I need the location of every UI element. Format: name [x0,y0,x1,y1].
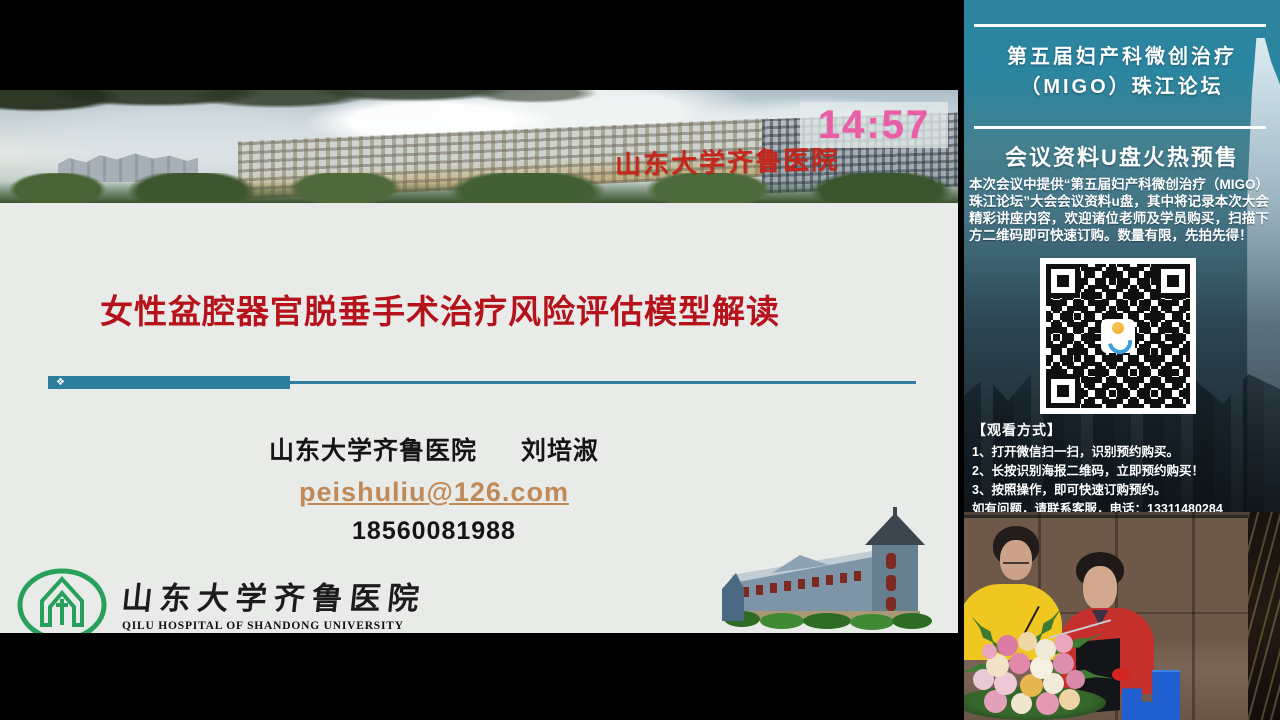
hospital-logo-text-en: QILU HOSPITAL OF SHANDONG UNIVERSITY [122,620,426,632]
speaker-yellow-glasses [1003,562,1029,567]
speaker-video-feed [964,512,1280,720]
presentation-slide: 女性盆腔器官脱垂手术治疗风险评估模型解读 ❖ 山东大学齐鲁医院刘培淑 peish… [0,203,958,633]
forum-title: 第五届妇产科微创治疗 （MIGO）珠江论坛 [964,42,1280,102]
speaker-red-face [1083,566,1117,610]
affiliation: 山东大学齐鲁医院 [269,437,477,465]
promo-sidebar: 第五届妇产科微创治疗 （MIGO）珠江论坛 会议资料U盘火热预售 本次会议中提供… [964,0,1280,512]
rule-bottom [974,126,1266,129]
qr-modules [1046,264,1190,408]
hospital-photo-banner: 山东大学齐鲁医院 14:57 [0,90,958,203]
qr-code [1040,258,1196,414]
watch-guide: 【观看方式】 1、打开微信扫一扫，识别预约购买。 2、长按识别海报二维码，立即预… [972,420,1272,512]
fern-leaf [964,657,1013,679]
presenter-name: 刘培淑 [521,437,599,465]
fern-leaf [1044,628,1106,660]
hospital-logo-emblem-icon [16,567,108,633]
promo-heading: 会议资料U盘火热预售 [964,140,1280,172]
watch-guide-step: 2、长按识别海报二维码，立即预约购买！ [972,462,1272,481]
flower-arrangement [964,622,1106,720]
hospital-logo-text-zh: 山东大学齐鲁医院 [120,573,429,618]
divider-line [288,381,916,384]
flower-blooms [982,644,997,659]
stream-timestamp: 14:57 [800,102,948,148]
tree-branch-silhouette [0,90,620,126]
qr-finder-icon [1156,264,1190,298]
fern-leaf [1047,663,1114,684]
hospital-logo: 山东大学齐鲁医院 QILU HOSPITAL OF SHANDONG UNIVE… [16,567,426,633]
watch-guide-heading: 【观看方式】 [972,420,1272,440]
rule-top [974,24,1266,27]
microphone-foam [1112,668,1130,681]
watch-guide-step: 1、打开微信扫一扫，识别预约购买。 [972,443,1272,462]
speaker-yellow-face [1000,540,1032,580]
qr-finder-icon [1046,264,1080,298]
divider-bar: ❖ [48,376,290,389]
watch-guide-support: 如有问题，请联系客服，电话：13311480284 [972,500,1272,512]
stream-stage: 山东大学齐鲁医院 14:57 女性盆腔器官脱垂手术治疗风险评估模型解读 ❖ 山东… [0,0,1280,720]
watch-guide-step: 3、按照操作，即可快速订购预约。 [972,481,1272,500]
promo-body: 本次会议中提供“第五届妇产科微创治疗（MIGO）珠江论坛”大会会议资料u盘，其中… [969,176,1269,244]
slide-title: 女性盆腔器官脱垂手术治疗风险评估模型解读 [0,285,880,333]
flower-greens [964,686,1106,720]
marble-column [1248,512,1280,720]
qr-center-logo-icon [1101,319,1135,353]
slide-video-pane: 山东大学齐鲁医院 14:57 女性盆腔器官脱垂手术治疗风险评估模型解读 ❖ 山东… [0,0,958,720]
historic-building-illustration [722,503,958,633]
divider-glyph-icon: ❖ [56,377,65,388]
qr-finder-icon [1046,374,1080,408]
foreground-trees [0,173,958,203]
